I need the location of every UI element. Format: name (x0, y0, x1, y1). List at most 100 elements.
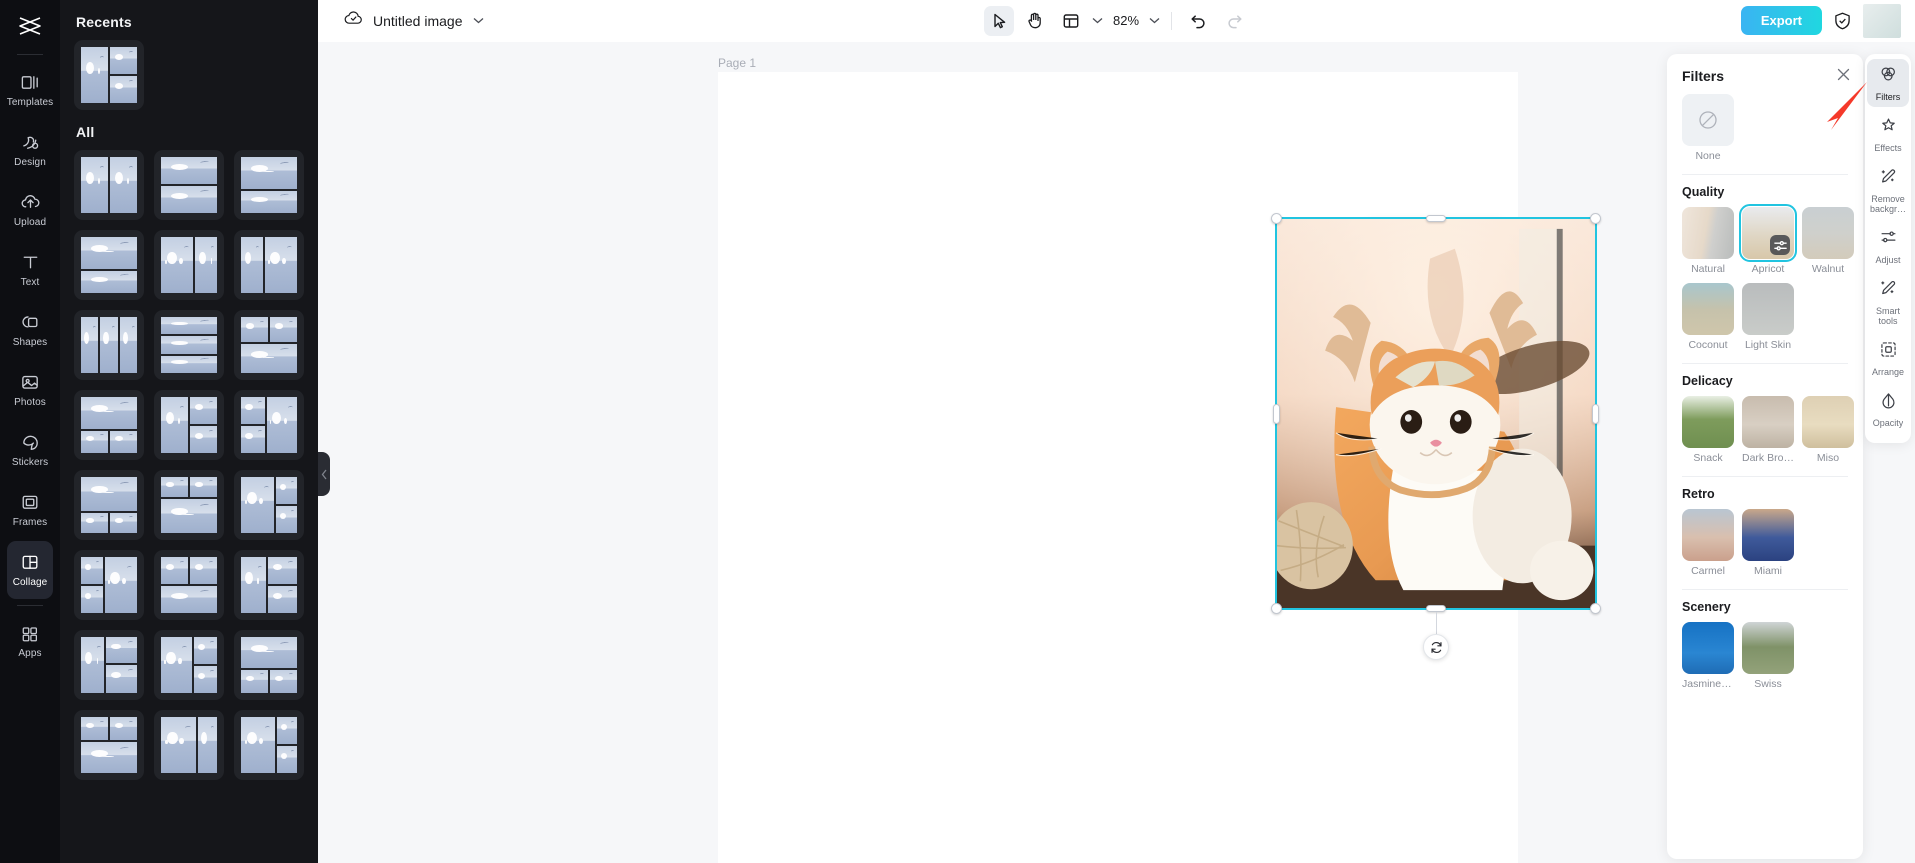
filter-item-jasmine-tea[interactable]: Jasmine Tea (1682, 622, 1734, 690)
filter-thumbnail[interactable] (1802, 207, 1854, 259)
collage-template-2-col-left-narrow[interactable] (234, 230, 304, 300)
collage-template-left-big-right-2stack[interactable] (234, 470, 304, 540)
filter-section-title-scenery: Scenery (1682, 600, 1731, 614)
filter-item-natural[interactable]: Natural (1682, 207, 1734, 275)
collage-template-1-top-2-bottom[interactable] (74, 390, 144, 460)
tool-filters[interactable]: Filters (1867, 59, 1909, 107)
resize-handle-right[interactable] (1592, 403, 1599, 424)
collage-template-left-2-right-tall[interactable] (74, 630, 144, 700)
page-sheet[interactable] (718, 72, 1601, 863)
select-tool-button[interactable] (984, 5, 1014, 36)
collage-template-left-big-right-narrow[interactable] (154, 710, 224, 780)
adjust-icon[interactable] (1770, 235, 1790, 255)
layout-tool-button[interactable] (1056, 6, 1086, 36)
tool-adjust[interactable]: Adjust (1867, 222, 1909, 270)
filter-thumbnail[interactable] (1802, 396, 1854, 448)
collage-template-2-col-right-narrow[interactable] (154, 230, 224, 300)
tool-remove-backgr[interactable]: Remove backgr… (1867, 161, 1909, 219)
collage-template-2-row[interactable] (154, 150, 224, 220)
collage-template-2-top-1-bottom[interactable] (234, 310, 304, 380)
collage-cell (105, 664, 137, 693)
sidebar-item-shapes[interactable]: Shapes (7, 301, 53, 359)
filter-thumbnail[interactable] (1742, 283, 1794, 335)
sidebar-item-frames[interactable]: Frames (7, 481, 53, 539)
redo-button[interactable] (1219, 6, 1249, 36)
collage-template-2-left-col-right-2[interactable] (234, 550, 304, 620)
filter-item-coconut[interactable]: Coconut (1682, 283, 1734, 351)
collage-template-2-col[interactable] (74, 150, 144, 220)
resize-handle-bottom-left[interactable] (1271, 603, 1282, 614)
collage-template-left-tall-right-2stack[interactable] (74, 40, 144, 110)
collage-template-1-top-2-bottom-b[interactable] (74, 710, 144, 780)
collage-template-3-row[interactable] (154, 310, 224, 380)
tool-smart-tools[interactable]: Smart tools (1867, 273, 1909, 331)
resize-handle-bottom-right[interactable] (1590, 603, 1601, 614)
rotate-icon[interactable] (1423, 634, 1449, 660)
resize-handle-top-left[interactable] (1271, 213, 1282, 224)
filter-thumbnail[interactable] (1682, 396, 1734, 448)
sidebar-item-design[interactable]: Design (7, 121, 53, 179)
collage-cell (105, 637, 137, 663)
filter-thumbnail[interactable] (1682, 207, 1734, 259)
filter-item-light-skin[interactable]: Light Skin (1742, 283, 1794, 351)
filter-item-miami[interactable]: Miami (1742, 509, 1794, 577)
collage-template-2-row-top-small[interactable] (234, 150, 304, 220)
sidebar-item-text[interactable]: Text (7, 241, 53, 299)
zoom-level[interactable]: 82% (1109, 13, 1143, 28)
filter-item-walnut[interactable]: Walnut (1802, 207, 1854, 275)
selected-image-frame[interactable] (1271, 213, 1601, 660)
collage-template-3-col[interactable] (74, 310, 144, 380)
sidebar-item-collage[interactable]: Collage (7, 541, 53, 599)
filter-item-apricot[interactable]: Apricot (1739, 204, 1797, 275)
resize-handle-bottom[interactable] (1426, 605, 1446, 612)
filter-item-snack[interactable]: Snack (1682, 396, 1734, 464)
sidebar-item-apps[interactable]: Apps (7, 612, 53, 670)
layout-chevron-down-icon[interactable] (1092, 15, 1103, 27)
none-icon[interactable] (1682, 94, 1734, 146)
collage-template-1-big-2-small-bottom[interactable] (74, 470, 144, 540)
zoom-chevron-down-icon[interactable] (1149, 15, 1160, 27)
filter-thumbnail[interactable] (1742, 509, 1794, 561)
collage-template-2-col-bottom-row[interactable] (234, 630, 304, 700)
filter-item-swiss[interactable]: Swiss (1742, 622, 1794, 690)
tool-opacity[interactable]: Opacity (1867, 385, 1909, 433)
sidebar-item-upload[interactable]: Upload (7, 181, 53, 239)
collage-template-2-row-bottom-small[interactable] (74, 230, 144, 300)
sidebar-item-stickers[interactable]: Stickers (7, 421, 53, 479)
filter-thumbnail[interactable] (1742, 622, 1794, 674)
resize-handle-top[interactable] (1426, 215, 1446, 222)
collage-template-1-top-2-bottom-alt[interactable] (154, 550, 224, 620)
collage-template-left-tall-right-2[interactable] (154, 630, 224, 700)
filter-thumbnail[interactable] (1739, 204, 1797, 262)
upload-icon (20, 192, 41, 213)
cat-photo[interactable] (1277, 219, 1595, 608)
filter-thumbnail[interactable] (1742, 396, 1794, 448)
collage-template-2-small-top-1-big[interactable] (154, 470, 224, 540)
collage-template-left-big-right-2-small[interactable] (234, 710, 304, 780)
filter-item-miso[interactable]: Miso (1802, 396, 1854, 464)
panel-collapse-handle[interactable] (318, 452, 330, 496)
collage-cell (81, 47, 108, 103)
filter-item-dark-brown[interactable]: Dark Brown (1742, 396, 1794, 464)
filter-item-carmel[interactable]: Carmel (1682, 509, 1734, 577)
close-icon[interactable] (1837, 68, 1850, 84)
filter-thumbnail[interactable] (1682, 622, 1734, 674)
resize-handle-top-right[interactable] (1590, 213, 1601, 224)
hand-tool-button[interactable] (1020, 6, 1050, 36)
collage-template-left-tall-right-2stack[interactable] (154, 390, 224, 460)
filter-none-item[interactable]: None (1682, 94, 1734, 162)
page-label: Page 1 (718, 56, 757, 70)
tool-effects[interactable]: Effects (1867, 110, 1909, 158)
sidebar-item-templates[interactable]: Templates (7, 61, 53, 119)
tool-arrange[interactable]: Arrange (1867, 334, 1909, 382)
filter-thumbnail[interactable] (1682, 509, 1734, 561)
resize-handle-left[interactable] (1273, 403, 1280, 424)
capcut-logo[interactable] (8, 6, 52, 46)
collage-template-left-2stack-big-bottom[interactable] (74, 550, 144, 620)
collage-cell (241, 317, 268, 342)
collage-cell (81, 317, 99, 373)
sidebar-item-photos[interactable]: Photos (7, 361, 53, 419)
undo-button[interactable] (1183, 6, 1213, 36)
filter-thumbnail[interactable] (1682, 283, 1734, 335)
collage-template-left-2stack-right-tall[interactable] (234, 390, 304, 460)
